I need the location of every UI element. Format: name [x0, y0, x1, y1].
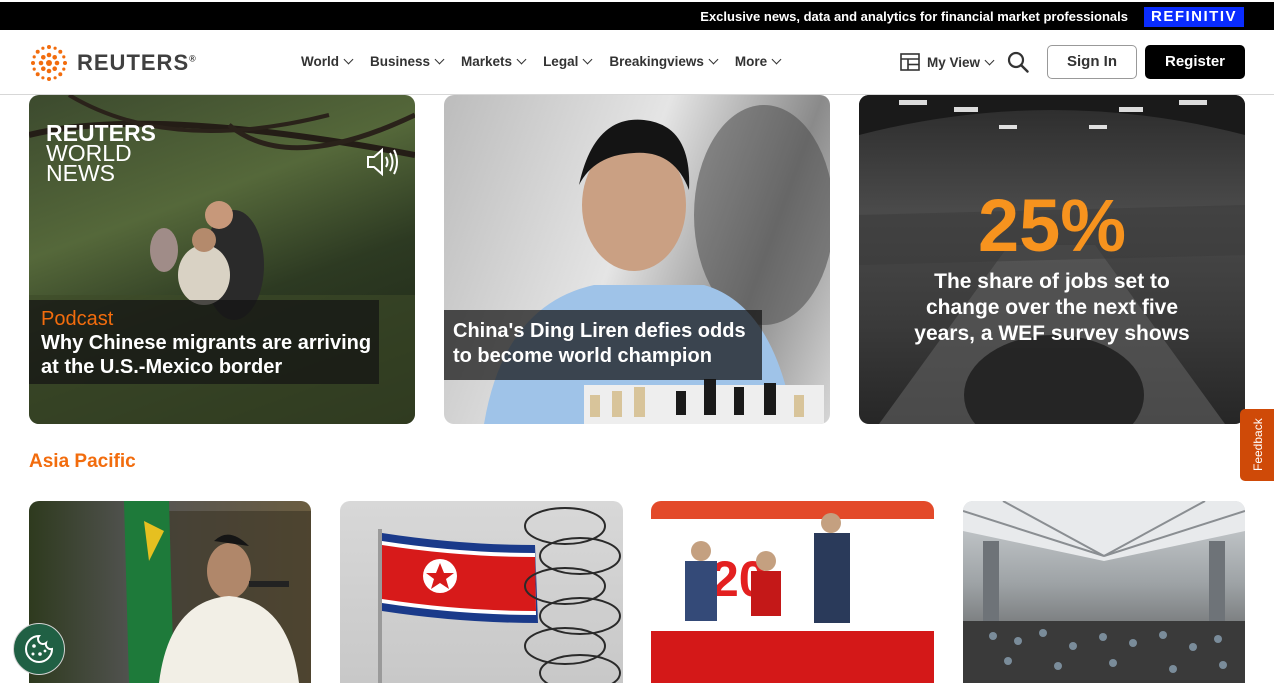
- chevron-down-icon: [516, 54, 527, 65]
- chevron-down-icon: [771, 54, 782, 65]
- story-card-wef[interactable]: 25% The share of jobs set to change over…: [859, 95, 1245, 424]
- story-card-chess[interactable]: China's Ding Liren defies odds to become…: [444, 95, 830, 424]
- logo-wordmark: REUTERS®: [77, 50, 197, 75]
- cookie-icon: [25, 634, 54, 663]
- my-view-button[interactable]: My View: [900, 52, 995, 72]
- story-thumb-1[interactable]: [29, 501, 311, 683]
- nav-breakingviews[interactable]: Breakingviews: [609, 54, 719, 69]
- search-icon: [1007, 51, 1029, 73]
- photo-speaker: [124, 501, 311, 683]
- section-title-asia-pacific[interactable]: Asia Pacific: [29, 451, 136, 473]
- feedback-tab[interactable]: Feedback: [1240, 409, 1274, 481]
- story-kicker: Podcast: [41, 308, 114, 330]
- register-button[interactable]: Register: [1145, 45, 1245, 79]
- reuters-world-news-logo: REUTERS WORLD NEWS: [46, 120, 156, 187]
- search-button[interactable]: [1007, 51, 1029, 78]
- story-caption: China's Ding Liren defies odds to become…: [444, 310, 762, 380]
- chevron-down-icon: [343, 54, 354, 65]
- story-title[interactable]: Why Chinese migrants are arriving at the…: [41, 331, 379, 379]
- feedback-label: Feedback: [1251, 418, 1265, 471]
- chevron-down-icon: [708, 54, 719, 65]
- nav-markets[interactable]: Markets: [461, 54, 527, 69]
- nav-world[interactable]: World: [301, 54, 354, 69]
- nav-business[interactable]: Business: [370, 54, 445, 69]
- nav-legal[interactable]: Legal: [543, 54, 593, 69]
- photo-airport-crowd: [963, 501, 1245, 683]
- story-card-podcast[interactable]: REUTERS WORLD NEWS Podcast Why Chinese m…: [29, 95, 415, 424]
- photo-north-korea-flag: [378, 507, 621, 683]
- site-header: REUTERS® World Business Markets Legal Br…: [0, 30, 1274, 95]
- sign-in-button[interactable]: Sign In: [1047, 45, 1137, 79]
- story-thumb-4[interactable]: [963, 501, 1245, 683]
- refinitiv-logo[interactable]: REFINITIV: [1144, 7, 1244, 27]
- story-title[interactable]: China's Ding Liren defies odds to become…: [453, 319, 762, 369]
- story-thumb-3[interactable]: 20: [651, 501, 934, 683]
- story-caption: Podcast Why Chinese migrants are arrivin…: [29, 300, 379, 384]
- story-thumb-2[interactable]: [340, 501, 623, 683]
- main-nav: World Business Markets Legal Breakingvie…: [301, 54, 798, 69]
- cookie-settings-button[interactable]: [13, 623, 65, 675]
- chevron-down-icon: [984, 55, 995, 65]
- nav-more[interactable]: More: [735, 54, 782, 69]
- audio-icon[interactable]: [365, 147, 401, 177]
- promo-text[interactable]: Exclusive news, data and analytics for f…: [700, 9, 1128, 24]
- promo-bar: Exclusive news, data and analytics for f…: [0, 2, 1274, 30]
- photo-rally-stage: 20: [651, 501, 934, 683]
- layout-icon: [900, 53, 920, 71]
- chevron-down-icon: [582, 54, 593, 65]
- reuters-logo[interactable]: REUTERS®: [29, 43, 197, 83]
- chevron-down-icon: [434, 54, 445, 65]
- stat-value: 25%: [977, 184, 1127, 267]
- story-title[interactable]: The share of jobs set to change over the…: [897, 269, 1207, 347]
- reuters-logo-icon: [31, 45, 67, 81]
